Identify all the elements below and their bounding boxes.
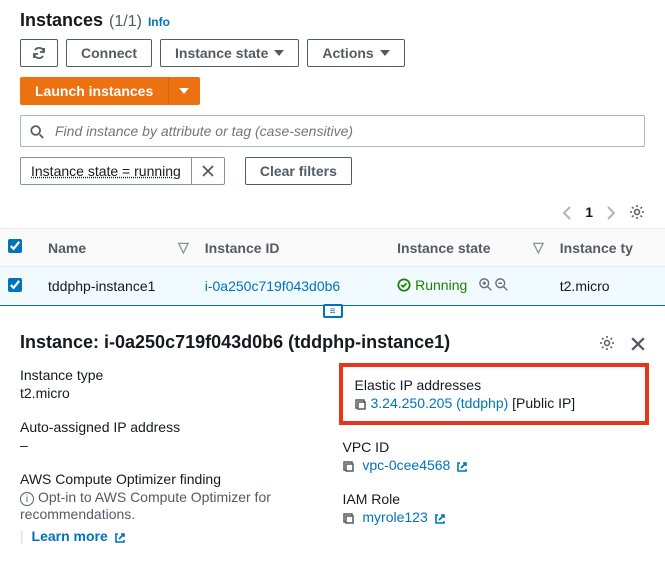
status-badge: Running — [397, 277, 467, 293]
actions-button[interactable]: Actions — [307, 39, 404, 67]
eip-link[interactable]: 3.24.250.205 (tddphp) — [371, 395, 509, 411]
detail-title: Instance: i-0a250c719f043d0b6 (tddphp-in… — [20, 332, 450, 353]
resize-handle[interactable]: ≡ — [323, 304, 343, 318]
eip-suffix: [Public IP] — [508, 395, 575, 411]
filter-tag: Instance state = running — [20, 157, 225, 185]
settings-button[interactable] — [629, 203, 645, 220]
gear-icon — [629, 204, 645, 220]
external-link-icon — [434, 513, 446, 525]
eip-label: Elastic IP addresses — [355, 377, 634, 393]
instance-type-value: t2.micro — [20, 385, 323, 401]
sort-icon[interactable]: ▽ — [533, 239, 544, 256]
caret-down-icon — [179, 88, 189, 94]
iam-label: IAM Role — [343, 491, 646, 507]
close-detail-button[interactable] — [631, 335, 645, 351]
instance-state-label: Instance state — [175, 45, 268, 61]
refresh-icon — [31, 45, 47, 61]
zoom-in-icon[interactable] — [479, 278, 493, 292]
divider: | — [20, 528, 24, 544]
launch-instances-dropdown[interactable] — [168, 77, 200, 105]
sort-icon[interactable]: ▽ — [178, 239, 189, 256]
learn-more-link[interactable]: Learn more — [32, 528, 126, 544]
filter-tag-text[interactable]: Instance state = running — [20, 157, 191, 185]
chevron-left-icon — [563, 206, 571, 220]
cell-instance-type: t2.micro — [552, 267, 665, 306]
close-icon — [202, 165, 214, 177]
caret-down-icon — [380, 50, 390, 56]
optimizer-text: Opt-in to AWS Compute Optimizer for reco… — [20, 489, 271, 522]
vpc-value: vpc-0cee4568 — [362, 457, 450, 473]
cell-instance-id-link[interactable]: i-0a250c719f043d0b6 — [205, 278, 340, 294]
filter-tag-close[interactable] — [191, 157, 225, 185]
external-link-icon — [114, 532, 126, 544]
copy-icon[interactable] — [343, 509, 355, 525]
iam-link[interactable]: myrole123 — [359, 509, 446, 525]
clear-filters-button[interactable]: Clear filters — [245, 157, 352, 185]
col-instance-state[interactable]: Instance state — [397, 240, 490, 256]
auto-ip-label: Auto-assigned IP address — [20, 419, 323, 435]
launch-instances-button[interactable]: Launch instances — [20, 77, 168, 105]
select-all-checkbox[interactable] — [8, 239, 22, 253]
info-circle-icon: i — [20, 492, 34, 506]
caret-down-icon — [274, 50, 284, 56]
instance-count: (1/1) — [109, 13, 142, 31]
iam-value: myrole123 — [362, 509, 427, 525]
col-name[interactable]: Name — [48, 240, 86, 256]
table-row[interactable]: tddphp-instance1 i-0a250c719f043d0b6 Run… — [0, 267, 665, 306]
page-number: 1 — [585, 204, 593, 220]
search-icon — [30, 123, 44, 139]
external-link-icon — [456, 461, 468, 473]
auto-ip-value: – — [20, 437, 323, 453]
close-icon — [631, 337, 645, 351]
vpc-label: VPC ID — [343, 439, 646, 455]
optimizer-label: AWS Compute Optimizer finding — [20, 471, 323, 487]
elastic-ip-highlight: Elastic IP addresses 3.24.250.205 (tddph… — [339, 363, 650, 425]
col-instance-id[interactable]: Instance ID — [205, 240, 280, 256]
prev-page[interactable] — [563, 204, 571, 220]
connect-button[interactable]: Connect — [66, 39, 152, 67]
vpc-link[interactable]: vpc-0cee4568 — [359, 457, 469, 473]
actions-label: Actions — [322, 45, 373, 61]
instance-state-button[interactable]: Instance state — [160, 39, 299, 67]
copy-icon[interactable] — [355, 395, 367, 411]
col-instance-type[interactable]: Instance ty — [560, 240, 633, 256]
status-text: Running — [415, 277, 467, 293]
info-link[interactable]: Info — [148, 15, 170, 29]
instance-type-label: Instance type — [20, 367, 323, 383]
learn-more-text: Learn more — [32, 528, 108, 544]
chevron-right-icon — [607, 206, 615, 220]
page-title: Instances — [20, 10, 103, 31]
next-page[interactable] — [607, 204, 615, 220]
detail-settings-button[interactable] — [599, 334, 615, 351]
check-circle-icon — [397, 278, 411, 292]
copy-icon[interactable] — [343, 457, 355, 473]
refresh-button[interactable] — [20, 39, 58, 67]
gear-icon — [599, 335, 615, 351]
search-input[interactable] — [20, 115, 645, 147]
zoom-out-icon[interactable] — [495, 278, 509, 292]
cell-name: tddphp-instance1 — [40, 267, 197, 306]
row-checkbox[interactable] — [8, 278, 22, 292]
